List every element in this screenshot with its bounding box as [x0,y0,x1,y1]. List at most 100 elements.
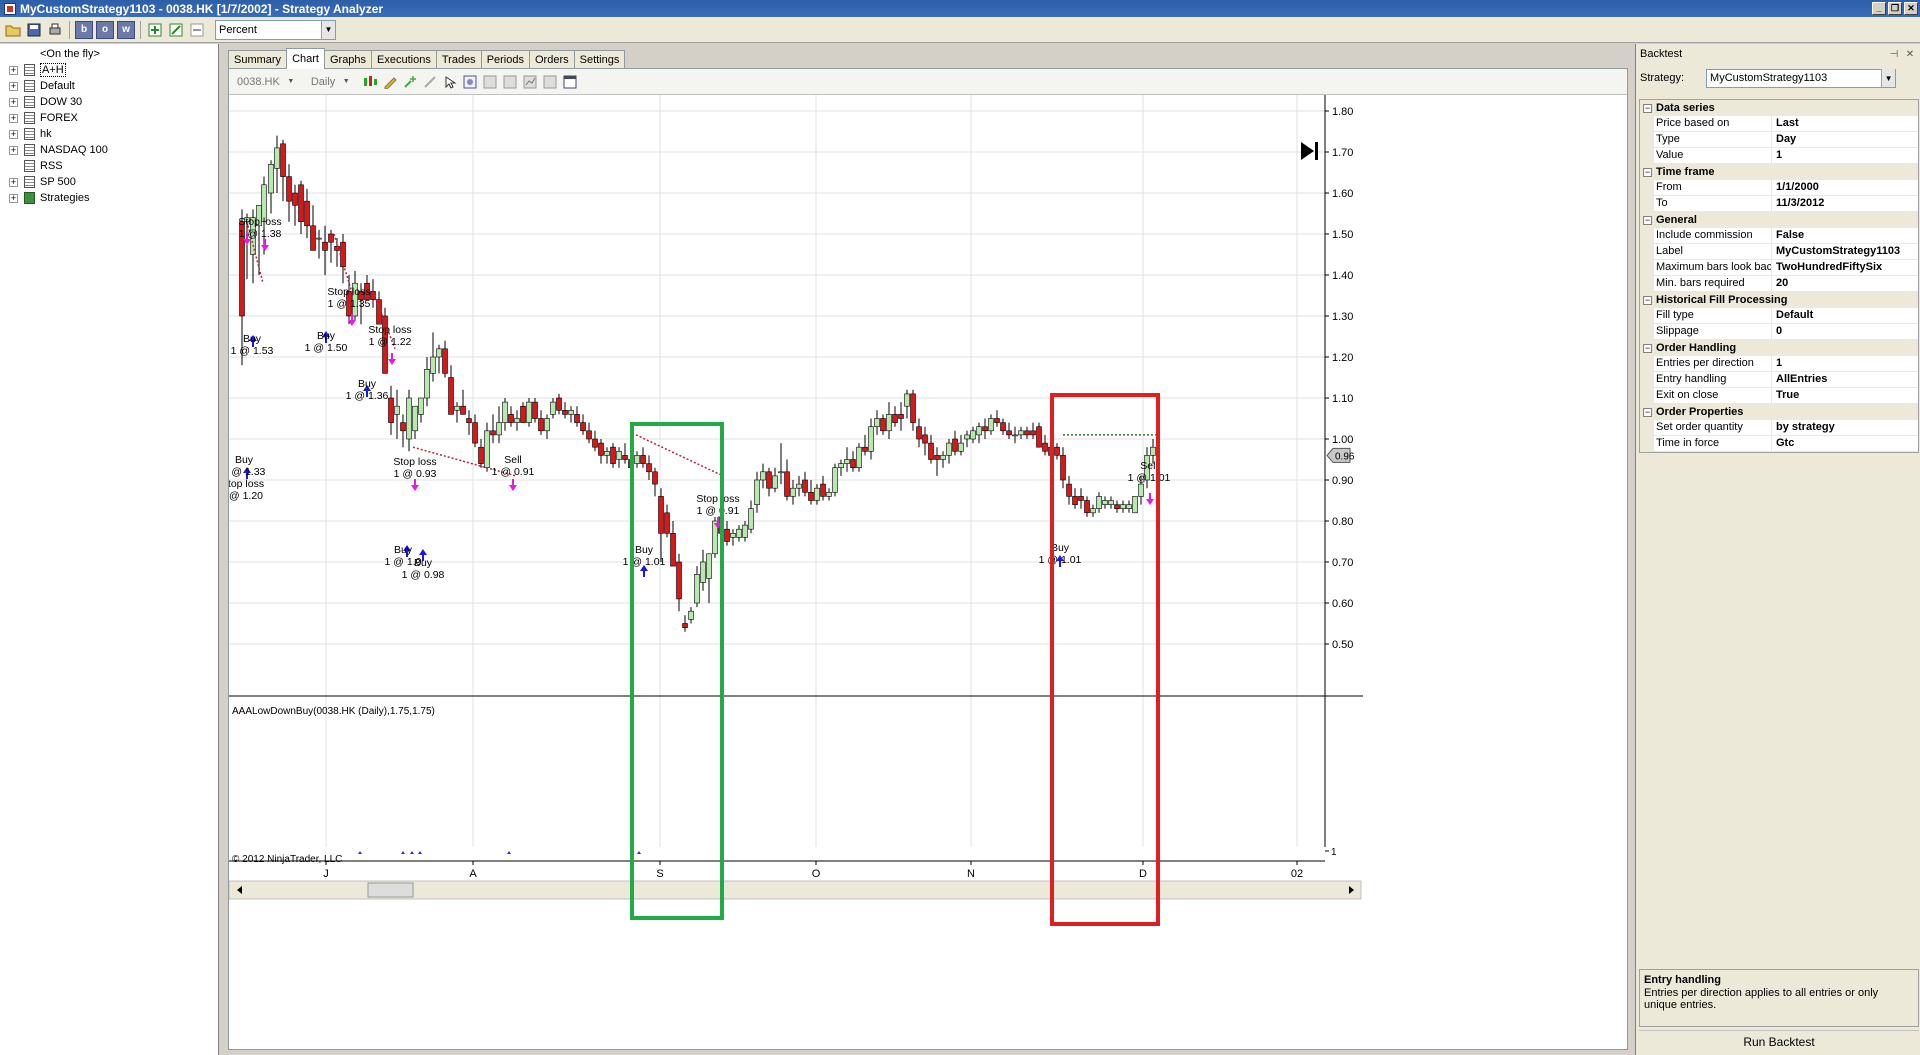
property-row[interactable]: Entries per direction 1 [1640,356,1918,372]
zoom-in-icon[interactable] [482,74,498,90]
scroll-thumb[interactable] [367,882,414,898]
property-category[interactable]: − Order Properties [1640,404,1918,420]
collapse-icon[interactable]: − [1643,295,1652,305]
strategy-icon[interactable] [422,74,438,90]
property-value[interactable]: 1 [1772,356,1918,372]
property-category[interactable]: − Order Handling [1640,340,1918,356]
pencil-icon[interactable] [382,74,398,90]
property-row[interactable]: Fill type Default [1640,308,1918,324]
tree-item[interactable]: + NASDAQ 100 [0,142,218,158]
tab-orders[interactable]: Orders [528,50,575,69]
property-value[interactable]: Day [1772,132,1918,148]
property-row[interactable]: Slippage 0 [1640,324,1918,340]
expand-icon[interactable]: + [9,193,18,203]
collapse-icon[interactable]: − [1643,167,1652,177]
tree-item[interactable]: + SP 500 [0,174,218,190]
property-value[interactable]: Last [1772,116,1918,132]
tab-trades[interactable]: Trades [435,50,482,69]
b-button[interactable]: b [75,20,93,39]
tree-item[interactable]: + hk [0,126,218,142]
tab-summary[interactable]: Summary [228,50,288,69]
scroll-to-end-icon[interactable] [1315,142,1318,160]
property-value[interactable]: True [1772,388,1918,404]
clear-icon[interactable] [542,74,558,90]
property-row[interactable]: Include commission False [1640,228,1918,244]
tab-periods[interactable]: Periods [480,50,530,69]
expand-icon[interactable]: + [9,113,18,123]
window-icon[interactable] [562,74,578,90]
expand-icon[interactable]: + [9,129,18,139]
property-row[interactable]: To 11/3/2012 [1640,196,1918,212]
property-value[interactable]: Gtc [1772,436,1918,452]
property-row[interactable]: Set order quantity by strategy [1640,420,1918,436]
expand-icon[interactable]: + [9,97,18,107]
tab-settings[interactable]: Settings [573,50,626,69]
tree-item[interactable]: <On the fly> [0,46,218,62]
property-value[interactable]: 0 [1772,324,1918,340]
display-mode-select[interactable]: Percent ▼ [215,19,336,40]
candlestick-icon[interactable] [362,74,378,90]
save-icon[interactable] [25,21,43,39]
collapse-icon[interactable]: − [1643,407,1652,417]
property-category[interactable]: − Data series [1640,100,1918,116]
property-value[interactable]: by strategy [1772,420,1918,436]
tree-item[interactable]: + A+H [0,62,218,78]
cursor-icon[interactable] [442,74,458,90]
remove-icon[interactable] [188,21,206,39]
print-icon[interactable] [46,21,64,39]
expand-icon[interactable]: + [9,177,18,187]
property-row[interactable]: From 1/1/2000 [1640,180,1918,196]
add-indicator-icon[interactable] [402,74,418,90]
tab-graphs[interactable]: Graphs [323,50,373,69]
expand-icon[interactable]: + [9,81,18,91]
price-chart[interactable]: 1.80 1.70 1.60 1.50 1.40 1.30 1.20 1.10 1.00 0.90… [229,95,1627,1049]
property-category[interactable]: − Time frame [1640,164,1918,180]
chevron-down-icon[interactable]: ▼ [1881,69,1896,87]
restore-button[interactable]: ❐ [1888,2,1902,15]
chart-properties-icon[interactable] [522,74,538,90]
tree-item[interactable]: RSS [0,158,218,174]
tree-item[interactable]: + DOW 30 [0,94,218,110]
open-folder-icon[interactable] [4,21,22,39]
close-icon[interactable]: ✕ [1904,49,1916,60]
property-value[interactable]: TwoHundredFiftySix [1772,260,1918,276]
tree-item[interactable]: + Strategies [0,190,218,206]
instrument-select[interactable]: 0038.HK ▼ [233,74,303,90]
property-category[interactable]: − General [1640,212,1918,228]
property-row[interactable]: Entry handling AllEntries [1640,372,1918,388]
collapse-icon[interactable]: − [1643,215,1652,225]
property-value[interactable]: 1 [1772,148,1918,164]
expand-icon[interactable]: + [9,65,18,75]
property-value[interactable]: MyCustomStrategy1103 [1772,244,1918,260]
add-icon[interactable] [146,21,164,39]
collapse-icon[interactable]: − [1643,103,1652,113]
expand-icon[interactable]: + [9,145,18,155]
minimize-button[interactable]: _ [1872,2,1886,15]
property-value[interactable]: 20 [1772,276,1918,292]
tree-item[interactable]: + Default [0,78,218,94]
property-row[interactable]: Label MyCustomStrategy1103 [1640,244,1918,260]
close-button[interactable]: ✕ [1904,2,1918,15]
tab-chart[interactable]: Chart [286,48,325,69]
property-value[interactable]: False [1772,228,1918,244]
zoom-out-icon[interactable] [502,74,518,90]
property-value[interactable]: AllEntries [1772,372,1918,388]
period-select[interactable]: Daily ▼ [307,74,358,90]
tree-item[interactable]: + FOREX [0,110,218,126]
run-backtest-button[interactable]: Run Backtest [1639,1030,1919,1052]
w-button[interactable]: w [117,20,135,39]
collapse-icon[interactable]: − [1643,343,1652,353]
property-row[interactable]: Type Day [1640,132,1918,148]
property-value[interactable]: 1/1/2000 [1772,180,1918,196]
property-row[interactable]: Exit on close True [1640,388,1918,404]
o-button[interactable]: o [96,20,114,39]
property-row[interactable]: Time in force Gtc [1640,436,1918,452]
property-value[interactable]: 11/3/2012 [1772,196,1918,212]
property-category[interactable]: − Historical Fill Processing [1640,292,1918,308]
property-row[interactable]: Min. bars required 20 [1640,276,1918,292]
strategy-select[interactable]: MyCustomStrategy1103 ▼ [1706,68,1897,88]
property-value[interactable]: Default [1772,308,1918,324]
property-row[interactable]: Maximum bars look bac TwoHundredFiftySix [1640,260,1918,276]
tab-executions[interactable]: Executions [371,50,437,69]
pin-icon[interactable]: ⊣ [1888,49,1900,60]
